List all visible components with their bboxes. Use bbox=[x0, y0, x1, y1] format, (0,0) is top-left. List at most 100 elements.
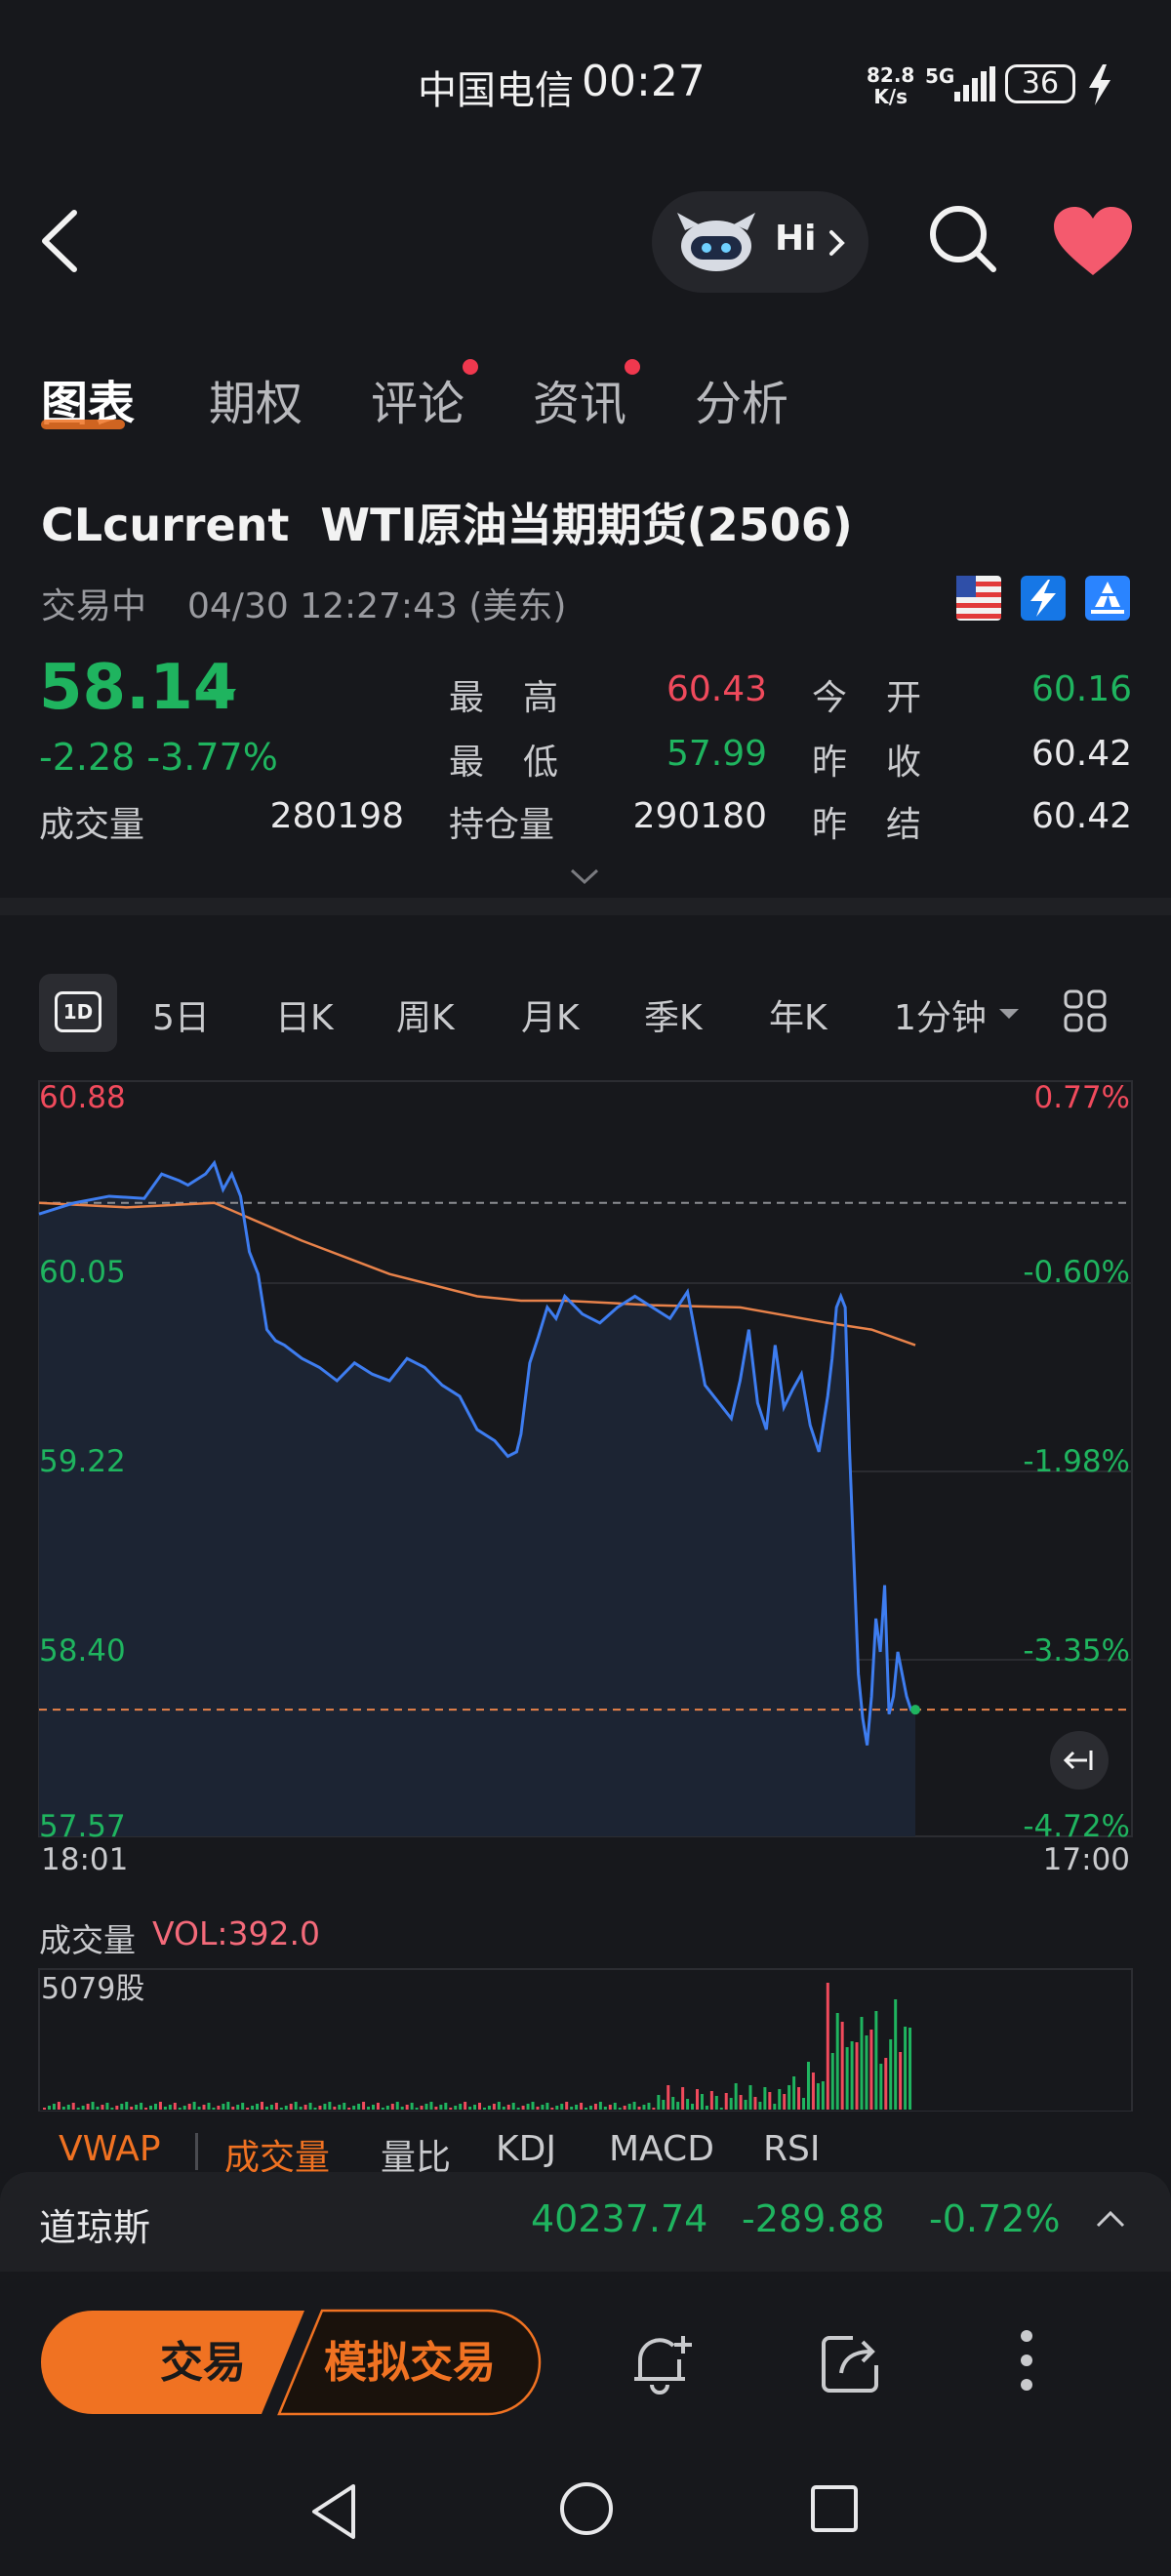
volume-bar bbox=[367, 2107, 371, 2110]
volume-bar bbox=[289, 2104, 293, 2110]
volume-bar bbox=[585, 2108, 588, 2110]
back-button[interactable] bbox=[33, 205, 92, 277]
down-arrow-icon bbox=[207, 669, 236, 708]
volume-bars bbox=[43, 1983, 912, 2110]
nav-recents-icon[interactable] bbox=[810, 2484, 859, 2533]
volume-bar bbox=[536, 2107, 540, 2110]
period-tab-weekly[interactable]: 周K bbox=[396, 989, 455, 1040]
assistant-button[interactable]: Hi bbox=[652, 191, 868, 293]
price-area-fill bbox=[39, 1162, 915, 1836]
status-bar: 中国电信 00:27 82.8 K/s 5G 36 bbox=[0, 0, 1171, 172]
period-tab-daily[interactable]: 日K bbox=[275, 989, 334, 1040]
volume-chart: 5079股 bbox=[38, 1968, 1133, 2112]
chevron-up-icon[interactable] bbox=[1095, 2209, 1126, 2229]
jump-to-latest-button[interactable] bbox=[1050, 1731, 1109, 1790]
volume-bar bbox=[284, 2106, 288, 2110]
volume-bar bbox=[52, 2104, 56, 2110]
expand-chevron-icon[interactable] bbox=[568, 866, 601, 886]
volume-bar bbox=[709, 2091, 713, 2110]
volume-bar bbox=[840, 2022, 844, 2110]
indicator-tab-macd[interactable]: MACD bbox=[609, 2129, 714, 2169]
volume-bar bbox=[86, 2104, 90, 2110]
period-tab-yearly[interactable]: 年K bbox=[769, 989, 828, 1040]
indicator-tab-kdj[interactable]: KDJ bbox=[496, 2129, 556, 2169]
chevron-right-icon bbox=[829, 230, 845, 256]
volume-bar bbox=[454, 2106, 458, 2110]
y-tick-right: -1.98% bbox=[1023, 1444, 1130, 1479]
tab-comments[interactable]: 评论 bbox=[371, 365, 464, 433]
us-flag-icon bbox=[956, 576, 1001, 621]
volume-bar bbox=[879, 2064, 883, 2110]
volume-bar bbox=[47, 2106, 51, 2110]
volume-bar bbox=[773, 2104, 777, 2110]
volume-bar bbox=[61, 2107, 65, 2110]
tab-analysis[interactable]: 分析 bbox=[695, 365, 788, 433]
volume-bar bbox=[550, 2108, 554, 2110]
indicator-tab-rsi[interactable]: RSI bbox=[763, 2129, 820, 2169]
open-interest-value: 290180 bbox=[632, 796, 767, 836]
volume-bar bbox=[140, 2103, 143, 2110]
volume-bar bbox=[835, 2013, 839, 2110]
tab-news[interactable]: 资讯 bbox=[533, 365, 626, 433]
period-tab-1d[interactable]: 1D bbox=[39, 974, 117, 1052]
volume-bar bbox=[889, 2039, 893, 2110]
volume-bar bbox=[637, 2107, 641, 2110]
speed-value: 82.8 bbox=[867, 63, 915, 87]
volume-bar bbox=[531, 2102, 535, 2110]
nav-back-icon[interactable] bbox=[308, 2482, 359, 2541]
more-options-icon[interactable] bbox=[1019, 2328, 1034, 2393]
volume-bar bbox=[468, 2107, 472, 2110]
y-tick-right: 0.77% bbox=[1034, 1080, 1130, 1115]
volume-bar bbox=[671, 2097, 675, 2110]
y-tick-right: -4.72% bbox=[1023, 1809, 1130, 1844]
assistant-label: Hi bbox=[775, 219, 817, 259]
volume-bar bbox=[487, 2106, 491, 2110]
volume-bar bbox=[168, 2105, 172, 2110]
volume-bar bbox=[845, 2047, 849, 2110]
period-1d-label: 1D bbox=[55, 991, 101, 1032]
index-ticker-bar[interactable]: 道琼斯 40237.74 -289.88 -0.72% bbox=[0, 2172, 1171, 2272]
volume-bar bbox=[182, 2106, 186, 2110]
open-interest-label: 持仓量 bbox=[449, 805, 555, 845]
search-icon[interactable] bbox=[927, 203, 997, 275]
volume-bar bbox=[816, 2083, 820, 2110]
volume-bar bbox=[729, 2098, 733, 2110]
period-tab-quarterly[interactable]: 季K bbox=[644, 989, 703, 1040]
volume-bar bbox=[269, 2105, 273, 2110]
high-label: 最高 bbox=[449, 678, 598, 718]
add-alert-bell-icon[interactable] bbox=[628, 2330, 697, 2398]
period-tab-monthly[interactable]: 月K bbox=[521, 989, 580, 1040]
dropdown-caret-icon[interactable] bbox=[999, 1007, 1019, 1021]
volume-bar bbox=[274, 2103, 278, 2110]
volume-bar bbox=[570, 2107, 574, 2110]
volume-bar bbox=[158, 2102, 162, 2110]
volume-bar bbox=[894, 1999, 898, 2110]
quote-timestamp: 04/30 12:27:43 (美东) bbox=[187, 586, 567, 626]
signal-icon bbox=[954, 66, 995, 101]
speed-unit: K/s bbox=[873, 85, 909, 108]
favorite-heart-icon[interactable] bbox=[1052, 207, 1134, 277]
share-icon[interactable] bbox=[820, 2332, 884, 2396]
period-tab-5d[interactable]: 5日 bbox=[152, 989, 210, 1040]
indicator-tab-vwap[interactable]: VWAP bbox=[59, 2129, 161, 2169]
volume-bar bbox=[81, 2106, 85, 2110]
prev-settle-label: 昨结 bbox=[812, 805, 961, 845]
volume-bar bbox=[714, 2096, 718, 2110]
volume-bar bbox=[144, 2108, 148, 2110]
volume-bar bbox=[57, 2102, 61, 2110]
nav-home-icon[interactable] bbox=[558, 2480, 615, 2537]
prev-settle-value: 60.42 bbox=[1030, 796, 1132, 836]
volume-bar bbox=[236, 2105, 240, 2110]
period-tab-1min[interactable]: 1分钟 bbox=[894, 989, 987, 1040]
volume-bar bbox=[826, 1983, 829, 2110]
grid-layout-icon[interactable] bbox=[1064, 989, 1107, 1032]
volume-bar bbox=[261, 2102, 263, 2110]
volume-bar bbox=[424, 2104, 428, 2110]
volume-bar bbox=[758, 2102, 762, 2110]
volume-bar bbox=[343, 2103, 346, 2110]
price-chart[interactable]: 60.88 60.05 59.22 58.40 57.57 0.77% -0.6… bbox=[0, 1073, 1171, 1883]
tab-options[interactable]: 期权 bbox=[209, 365, 303, 433]
volume-bar bbox=[153, 2104, 157, 2110]
open-value: 60.16 bbox=[1030, 669, 1132, 709]
volume-bar bbox=[575, 2105, 579, 2110]
